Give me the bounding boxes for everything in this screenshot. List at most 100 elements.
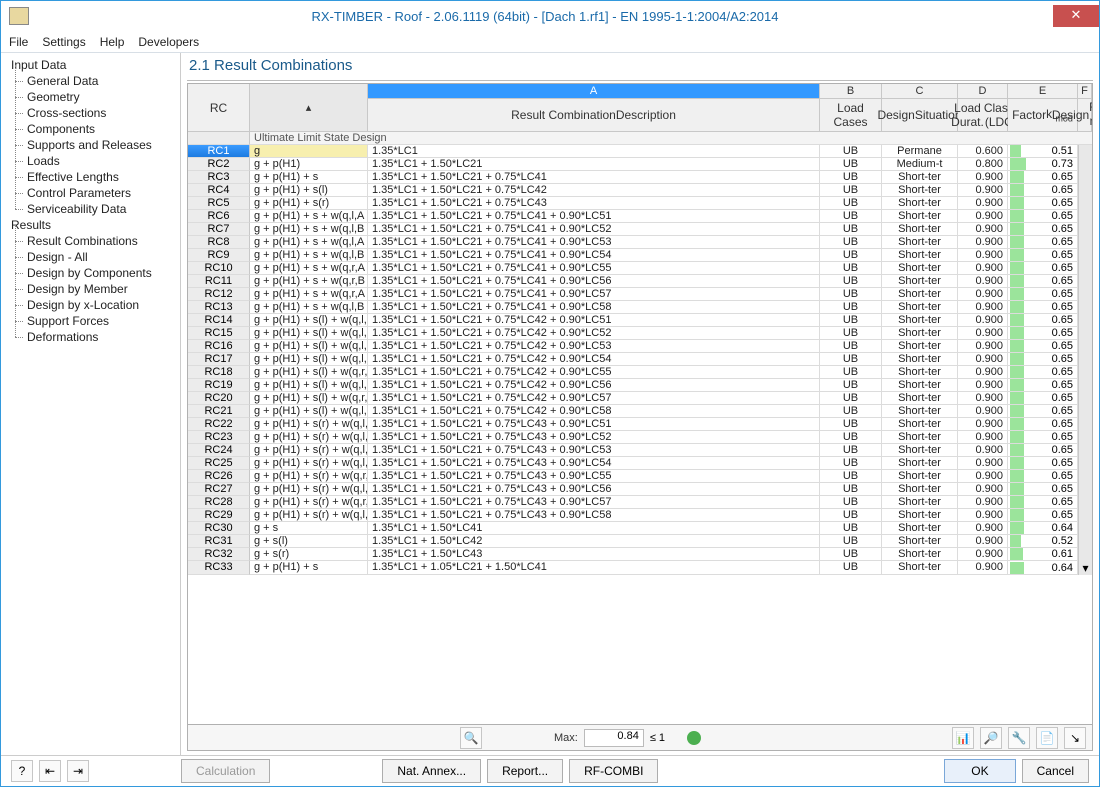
col-letter-b[interactable]: B: [820, 84, 882, 99]
cell-kmod[interactable]: 0.900: [958, 496, 1008, 509]
cell-ldc[interactable]: Short-ter: [882, 470, 958, 483]
cell-description[interactable]: g + p(H1) + s(l) + w(q,r,: [250, 392, 368, 405]
cell-kmod[interactable]: 0.900: [958, 431, 1008, 444]
row-header[interactable]: RC24: [188, 444, 250, 457]
toolbar-icon-5[interactable]: ↘: [1064, 727, 1086, 749]
cell-kmod[interactable]: 0.900: [958, 405, 1008, 418]
cell-ratio[interactable]: 0.65: [1008, 210, 1078, 223]
cell-ldc[interactable]: Short-ter: [882, 457, 958, 470]
tree-input-control-parameters[interactable]: Control Parameters: [5, 185, 180, 201]
row-header[interactable]: RC3: [188, 171, 250, 184]
cell-loadcases[interactable]: 1.35*LC1 + 1.50*LC21 + 0.75*LC42 + 0.90*…: [368, 314, 820, 327]
cell-description[interactable]: g + p(H1) + s + w(q,l,B: [250, 223, 368, 236]
cell-ratio[interactable]: 0.65: [1008, 184, 1078, 197]
row-header[interactable]: RC22: [188, 418, 250, 431]
toolbar-icon-3[interactable]: 🔧: [1008, 727, 1030, 749]
cell-loadcases[interactable]: 1.35*LC1 + 1.50*LC42: [368, 535, 820, 548]
cell-ratio[interactable]: 0.65: [1008, 340, 1078, 353]
cell-loadcases[interactable]: 1.35*LC1 + 1.50*LC21 + 0.75*LC43 + 0.90*…: [368, 444, 820, 457]
ok-button[interactable]: OK: [944, 759, 1015, 783]
cell-loadcases[interactable]: 1.35*LC1 + 1.50*LC21 + 0.75*LC42 + 0.90*…: [368, 392, 820, 405]
toolbar-icon-4[interactable]: 📄: [1036, 727, 1058, 749]
row-header[interactable]: RC21: [188, 405, 250, 418]
tree-input-geometry[interactable]: Geometry: [5, 89, 180, 105]
cell-loadcases[interactable]: 1.35*LC1 + 1.05*LC21 + 1.50*LC41: [368, 561, 820, 575]
row-header[interactable]: RC11: [188, 275, 250, 288]
cell-description[interactable]: g + p(H1) + s + w(q,l,A: [250, 236, 368, 249]
cell-ratio[interactable]: 0.65: [1008, 470, 1078, 483]
cell-situation[interactable]: UB: [820, 548, 882, 561]
cell-ldc[interactable]: Short-ter: [882, 288, 958, 301]
cell-loadcases[interactable]: 1.35*LC1 + 1.50*LC21 + 0.75*LC41: [368, 171, 820, 184]
cell-situation[interactable]: UB: [820, 522, 882, 535]
cell-ratio[interactable]: 0.65: [1008, 431, 1078, 444]
cell-loadcases[interactable]: 1.35*LC1 + 1.50*LC21 + 0.75*LC41 + 0.90*…: [368, 249, 820, 262]
cell-ratio[interactable]: 0.65: [1008, 236, 1078, 249]
row-header[interactable]: RC16: [188, 340, 250, 353]
cell-ldc[interactable]: Short-ter: [882, 392, 958, 405]
cell-loadcases[interactable]: 1.35*LC1 + 1.50*LC21: [368, 158, 820, 171]
cell-ratio[interactable]: 0.65: [1008, 249, 1078, 262]
cell-ratio[interactable]: 0.52: [1008, 535, 1078, 548]
cell-loadcases[interactable]: 1.35*LC1 + 1.50*LC21 + 0.75*LC43: [368, 197, 820, 210]
cell-loadcases[interactable]: 1.35*LC1 + 1.50*LC21 + 0.75*LC42 + 0.90*…: [368, 379, 820, 392]
cell-description[interactable]: g + p(H1) + s + w(q,r,A: [250, 262, 368, 275]
cell-loadcases[interactable]: 1.35*LC1 + 1.50*LC21 + 0.75*LC43 + 0.90*…: [368, 418, 820, 431]
col-letter-d[interactable]: D: [958, 84, 1008, 99]
row-header[interactable]: RC31: [188, 535, 250, 548]
cell-ldc[interactable]: Short-ter: [882, 327, 958, 340]
cell-description[interactable]: g + s: [250, 522, 368, 535]
col-design-situation[interactable]: DesignSituation: [882, 99, 958, 132]
row-header[interactable]: RC13: [188, 301, 250, 314]
cell-ratio[interactable]: 0.65: [1008, 288, 1078, 301]
cell-kmod[interactable]: 0.900: [958, 418, 1008, 431]
tree-input-effective-lengths[interactable]: Effective Lengths: [5, 169, 180, 185]
cell-situation[interactable]: UB: [820, 327, 882, 340]
row-header[interactable]: RC10: [188, 262, 250, 275]
cell-situation[interactable]: UB: [820, 223, 882, 236]
cell-situation[interactable]: UB: [820, 392, 882, 405]
cell-ratio[interactable]: 0.65: [1008, 392, 1078, 405]
cell-kmod[interactable]: 0.900: [958, 392, 1008, 405]
cell-loadcases[interactable]: 1.35*LC1 + 1.50*LC21 + 0.75*LC43 + 0.90*…: [368, 457, 820, 470]
cell-situation[interactable]: UB: [820, 158, 882, 171]
cell-situation[interactable]: UB: [820, 470, 882, 483]
cell-kmod[interactable]: 0.900: [958, 509, 1008, 522]
cell-ldc[interactable]: Short-ter: [882, 275, 958, 288]
row-header[interactable]: RC19: [188, 379, 250, 392]
cell-ratio[interactable]: 0.65: [1008, 509, 1078, 522]
cell-situation[interactable]: UB: [820, 145, 882, 158]
cell-kmod[interactable]: 0.900: [958, 236, 1008, 249]
cell-kmod[interactable]: 0.600: [958, 145, 1008, 158]
cell-kmod[interactable]: 0.900: [958, 366, 1008, 379]
cell-situation[interactable]: UB: [820, 444, 882, 457]
row-header[interactable]: RC1: [188, 145, 250, 158]
cell-ldc[interactable]: Short-ter: [882, 197, 958, 210]
cell-ldc[interactable]: Permane: [882, 145, 958, 158]
tree-input-general-data[interactable]: General Data: [5, 73, 180, 89]
toolbar-icon-1[interactable]: 📊: [952, 727, 974, 749]
tree-input-loads[interactable]: Loads: [5, 153, 180, 169]
cell-description[interactable]: g + s(r): [250, 548, 368, 561]
col-letter-f[interactable]: F: [1078, 84, 1092, 99]
cell-kmod[interactable]: 0.900: [958, 470, 1008, 483]
cell-ratio[interactable]: 0.65: [1008, 444, 1078, 457]
cell-description[interactable]: g + p(H1) + s(r) + w(q,l,: [250, 509, 368, 522]
tree-results-support-forces[interactable]: Support Forces: [5, 313, 180, 329]
cell-situation[interactable]: UB: [820, 236, 882, 249]
row-header[interactable]: RC14: [188, 314, 250, 327]
rf-combi-button[interactable]: RF-COMBI: [569, 759, 658, 783]
cell-kmod[interactable]: 0.900: [958, 340, 1008, 353]
tree-input-serviceability-data[interactable]: Serviceability Data: [5, 201, 180, 217]
cell-ldc[interactable]: Short-ter: [882, 405, 958, 418]
cell-situation[interactable]: UB: [820, 184, 882, 197]
cell-loadcases[interactable]: 1.35*LC1 + 1.50*LC21 + 0.75*LC43 + 0.90*…: [368, 496, 820, 509]
cell-kmod[interactable]: 0.900: [958, 522, 1008, 535]
cell-kmod[interactable]: 0.900: [958, 444, 1008, 457]
cell-ldc[interactable]: Short-ter: [882, 301, 958, 314]
cell-ldc[interactable]: Short-ter: [882, 379, 958, 392]
cell-kmod[interactable]: 0.900: [958, 379, 1008, 392]
cell-ratio[interactable]: 0.65: [1008, 262, 1078, 275]
cell-ratio[interactable]: 0.61: [1008, 548, 1078, 561]
help-icon[interactable]: ?: [11, 760, 33, 782]
